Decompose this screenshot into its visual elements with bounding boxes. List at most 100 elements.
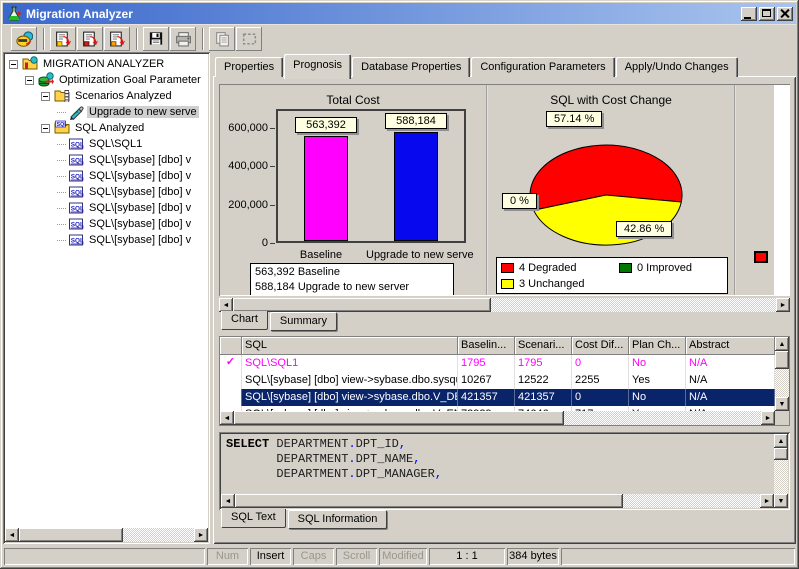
export-query-button[interactable] [104,27,130,51]
charts-view: Total Cost 600,000 400,000 200,000 0 [219,84,790,296]
analyzer-button[interactable] [11,27,37,51]
sql-vertical-scrollbar[interactable]: ▲ ▼ [774,434,788,508]
scroll-up-icon[interactable]: ▲ [774,434,788,448]
scroll-right-icon[interactable]: ► [194,528,208,542]
export-word-icon [81,30,99,47]
tree-item-sql-analyzed[interactable]: SQL Analyzed [5,120,208,136]
tab-configuration-parameters[interactable]: Configuration Parameters [471,57,614,77]
scroll-up-icon[interactable]: ▲ [775,337,789,351]
minimize-button[interactable] [741,7,757,21]
collapse-toggle-icon[interactable] [9,60,18,69]
scrollbar-thumb[interactable] [19,528,123,542]
column-header-cost-diff[interactable]: Cost Dif... [572,337,629,355]
y-tick-label: 200,000 [228,199,268,211]
close-icon [779,8,790,19]
scrollbar-thumb[interactable] [234,411,564,425]
checkmark-icon[interactable]: ✓ [220,355,242,372]
column-header-baseline[interactable]: Baselin... [458,337,515,355]
scroll-right-icon[interactable]: ► [760,494,774,508]
tab-chart[interactable]: Chart [221,311,268,330]
analyzer-icon [15,30,33,47]
titlebar[interactable]: Migration Analyzer [3,3,796,24]
export-word-button[interactable] [77,27,103,51]
table-row[interactable]: ✓ SQL\SQL1 1795 1795 0 No N/A [220,355,775,372]
copy-button[interactable] [209,27,235,51]
tree-item-optimization-goal[interactable]: Optimization Goal Parameter [5,72,208,88]
collapse-toggle-icon[interactable] [41,92,50,101]
grid-horizontal-scrollbar[interactable]: ◄ ► [220,411,775,425]
table-row[interactable]: SQL\[sybase] [dbo] view->sybase.dbo.sysq… [220,372,775,389]
tree-item-label: SQL\[sybase] [dbo] v [87,202,193,214]
x-category-label: Baseline [276,249,366,261]
scroll-left-icon[interactable]: ◄ [220,411,234,425]
main-area: MIGRATION ANALYZER Optimization Goal Par… [3,52,796,544]
scroll-left-icon[interactable]: ◄ [219,298,233,312]
tab-apply-undo-changes[interactable]: Apply/Undo Changes [616,57,738,77]
tree-item-sql-sybase[interactable]: SQL\[sybase] [dbo] v [5,232,208,248]
tree-item-migration-analyzer[interactable]: MIGRATION ANALYZER [5,56,208,72]
pie-chart[interactable] [488,109,734,257]
cell-scenario: 1795 [515,355,572,372]
column-header-sql[interactable]: SQL [242,337,458,355]
column-header-plan-change[interactable]: Plan Ch... [629,337,686,355]
tree-item-sql-sybase[interactable]: SQL\[sybase] [dbo] v [5,200,208,216]
column-header-scenario[interactable]: Scenari... [515,337,572,355]
sql-horizontal-scrollbar[interactable]: ◄ ► [221,494,774,508]
tab-database-properties[interactable]: Database Properties [352,57,470,77]
scroll-right-icon[interactable]: ► [776,298,790,312]
tree-item-sql1[interactable]: SQL\SQL1 [5,136,208,152]
scrollbar-thumb[interactable] [233,298,491,312]
tab-sql-text[interactable]: SQL Text [221,509,286,528]
status-num-lock: Num [207,548,248,565]
export-report-button[interactable] [50,27,76,51]
select-region-button[interactable] [236,27,262,51]
column-header-check[interactable] [220,337,242,355]
tab-summary[interactable]: Summary [270,312,337,331]
tree-item-sql-sybase[interactable]: SQL\[sybase] [dbo] v [5,216,208,232]
tree-item-sql-sybase[interactable]: SQL\[sybase] [dbo] v [5,168,208,184]
tab-prognosis[interactable]: Prognosis [284,54,351,79]
scroll-down-icon[interactable]: ▼ [774,494,788,508]
cell-cost-diff: 0 [572,355,629,372]
tree-item-scenarios-analyzed[interactable]: Scenarios Analyzed [5,88,208,104]
chart-title: Total Cost [220,93,486,107]
maximize-button[interactable] [759,7,775,21]
print-button[interactable] [170,27,196,51]
column-header-abstract[interactable]: Abstract [686,337,775,355]
scenario-bar[interactable] [394,132,438,241]
tree-horizontal-scrollbar[interactable]: ◄ ► [5,528,208,542]
collapse-toggle-icon[interactable] [41,124,50,133]
chart-horizontal-scrollbar[interactable]: ◄ ► [219,298,790,312]
chart-summary-tab-bar: Chart Summary [219,312,790,336]
tree-item-upgrade-scenario[interactable]: Upgrade to new serve [5,104,208,120]
scroll-left-icon[interactable]: ◄ [5,528,19,542]
goal-parameter-icon [38,72,54,88]
scrollbar-thumb[interactable] [235,494,623,508]
scroll-down-icon[interactable]: ▼ [775,397,789,411]
toolbar-separator [43,28,45,50]
tab-properties[interactable]: Properties [215,57,283,77]
status-modified: Modified [379,548,427,565]
tab-label: SQL Information [298,513,378,525]
tree-item-sql-sybase[interactable]: SQL\[sybase] [dbo] v [5,152,208,168]
scrollbar-thumb[interactable] [775,351,789,369]
tab-sql-information[interactable]: SQL Information [288,510,388,529]
tree-item-sql-sybase[interactable]: SQL\[sybase] [dbo] v [5,184,208,200]
scroll-left-icon[interactable]: ◄ [221,494,235,508]
save-icon [147,30,165,47]
scroll-right-icon[interactable]: ► [761,411,775,425]
sql-doc-icon [68,216,84,232]
save-button[interactable] [143,27,169,51]
prognosis-page: Total Cost 600,000 400,000 200,000 0 [213,76,796,544]
collapse-toggle-icon[interactable] [25,76,34,85]
checkmark-icon[interactable]: ✓ [220,389,242,406]
grid-vertical-scrollbar[interactable]: ▲ ▼ [775,337,789,425]
table-row-selected[interactable]: ✓ SQL\[sybase] [dbo] view->sybase.dbo.V_… [220,389,775,406]
sql-text-content[interactable]: SELECT DEPARTMENT.DPT_ID, DEPARTMENT.DPT… [221,434,774,494]
baseline-bar[interactable] [304,136,348,241]
unchanged-color-chip [501,279,514,289]
close-button[interactable] [777,7,793,21]
checkmark-icon[interactable] [220,372,242,389]
scrollbar-thumb[interactable] [774,448,788,460]
export-report-icon [54,30,72,47]
